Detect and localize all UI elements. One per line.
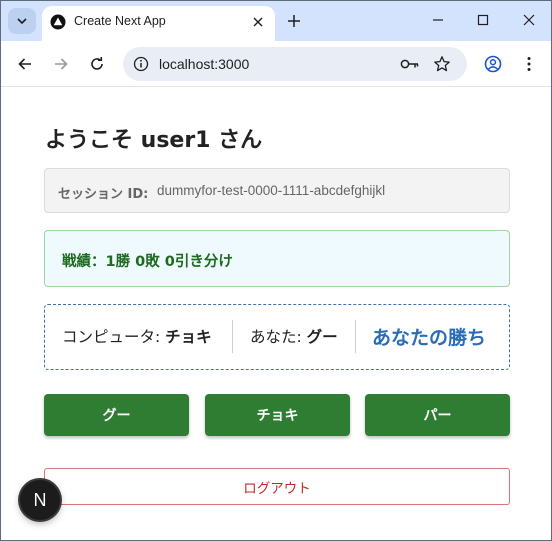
forward-button[interactable]: [49, 52, 73, 76]
star-icon[interactable]: [432, 54, 452, 74]
profile-button[interactable]: [481, 52, 505, 76]
address-bar[interactable]: localhost:3000: [123, 47, 467, 81]
rock-button[interactable]: グー: [44, 394, 189, 436]
forward-arrow-icon: [55, 58, 68, 70]
minimize-button[interactable]: [427, 9, 449, 31]
plus-icon: [288, 15, 300, 27]
new-tab-button[interactable]: [283, 10, 305, 32]
result-outcome: あなたの勝ち: [372, 327, 487, 349]
maximize-button[interactable]: [472, 9, 494, 31]
close-icon[interactable]: [249, 13, 267, 31]
you-label: あなた:: [250, 328, 302, 346]
back-button[interactable]: [13, 52, 37, 76]
score-box: 戦績：1勝 0敗 0引き分け: [44, 230, 510, 287]
tab-strip: Create Next App: [1, 1, 551, 41]
divider: [355, 320, 356, 353]
computer-label: コンピュータ:: [62, 328, 161, 346]
computer-hand: コンピュータ: チョキ: [62, 325, 212, 347]
score-text: 戦績：1勝 0敗 0引き分け: [62, 254, 233, 270]
browser-tab[interactable]: Create Next App: [42, 6, 275, 41]
nextjs-triangle-icon: [50, 14, 66, 30]
url-text[interactable]: localhost:3000: [159, 56, 249, 72]
kebab-menu-icon: [527, 57, 531, 71]
your-hand: あなた: グー: [250, 325, 338, 347]
browser-menu-button[interactable]: [517, 52, 541, 76]
close-icon: [523, 14, 535, 26]
minimize-icon: [433, 19, 443, 21]
page-content: ようこそ user1 さん セッション ID: dummyfor-test-00…: [1, 88, 551, 540]
reload-icon: [91, 57, 103, 70]
tab-title: Create Next App: [74, 14, 166, 28]
logout-button[interactable]: ログアウト: [44, 468, 510, 505]
your-hand-value: グー: [306, 328, 338, 346]
scissors-button[interactable]: チョキ: [205, 394, 350, 436]
browser-toolbar: localhost:3000: [1, 41, 551, 87]
browser-window: Create Next App localhost:3000 ようこそ user…: [0, 0, 552, 541]
computer-hand-value: チョキ: [165, 328, 212, 346]
tab-search-button[interactable]: [8, 8, 36, 34]
page-title: ようこそ user1 さん: [45, 128, 263, 153]
back-arrow-icon: [18, 58, 31, 70]
session-label: セッション ID:: [58, 187, 149, 202]
maximize-icon: [477, 14, 489, 26]
session-id: dummyfor-test-0000-1111-abcdefghijkl: [157, 183, 386, 198]
nextjs-dev-indicator[interactable]: N: [20, 480, 60, 520]
profile-icon: [484, 55, 502, 73]
info-icon[interactable]: [132, 55, 150, 73]
close-window-button[interactable]: [518, 9, 540, 31]
reload-button[interactable]: [85, 52, 109, 76]
result-box: コンピュータ: チョキ あなた: グー あなたの勝ち: [44, 304, 510, 370]
divider: [232, 320, 233, 353]
session-box: セッション ID: dummyfor-test-0000-1111-abcdef…: [44, 168, 510, 213]
chevron-down-icon: [17, 18, 27, 25]
key-icon[interactable]: [400, 55, 420, 73]
paper-button[interactable]: パー: [365, 394, 510, 436]
